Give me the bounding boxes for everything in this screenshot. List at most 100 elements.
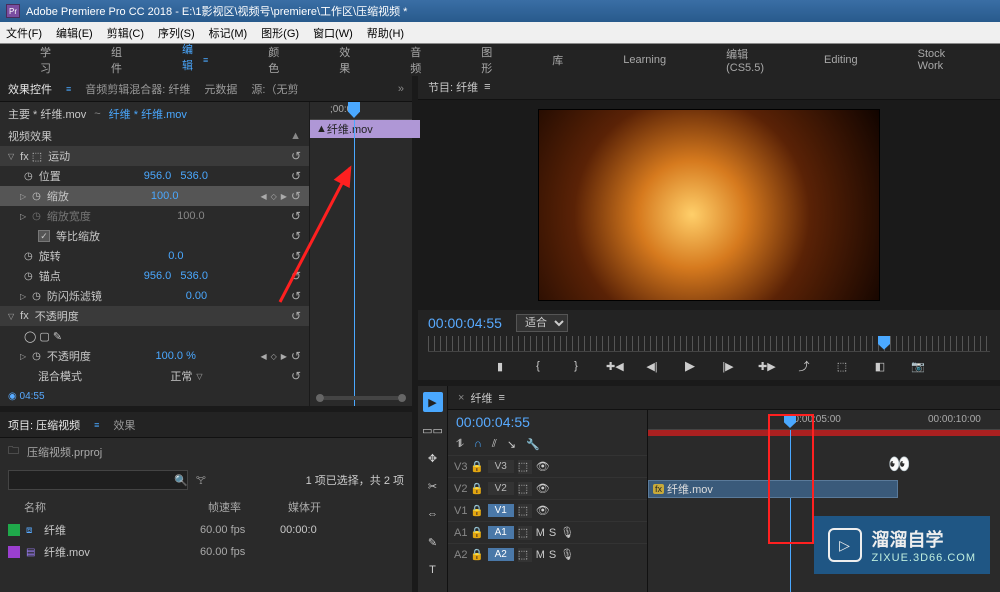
prev-keyframe-button[interactable]: ◀ — [260, 352, 266, 361]
tab-audio-mixer[interactable]: 音频剪辑混合器: 纤维 — [85, 81, 190, 97]
reset-button[interactable]: ↺ — [291, 229, 301, 243]
timeline-toggle-icon[interactable]: ▲ — [290, 130, 301, 142]
eye-icon[interactable]: 👁 — [536, 504, 550, 517]
blend-value[interactable]: 正常 — [170, 368, 192, 384]
disclosure-icon[interactable]: ▷ — [20, 352, 26, 361]
sync-lock[interactable]: ⬚ — [518, 548, 532, 562]
position-y[interactable]: 536.0 — [180, 170, 208, 182]
tab-project[interactable]: 项目: 压缩视频 — [8, 417, 80, 433]
snap-icon[interactable]: ∩ — [474, 438, 482, 451]
mark-out-button[interactable]: { — [530, 360, 546, 372]
stopwatch-icon[interactable]: ◷ — [32, 351, 41, 362]
effect-controls-timeline[interactable]: ;00:00 ▲ 纤维.mov — [310, 102, 412, 406]
sync-lock[interactable]: ⬚ — [518, 504, 532, 518]
table-row[interactable]: ⧈纤维 60.00 fps 00:00:0 — [0, 519, 412, 541]
reset-button[interactable]: ↺ — [291, 269, 301, 283]
ripple-tool[interactable]: ✥ — [423, 448, 443, 468]
razor-tool[interactable]: ✂ — [423, 476, 443, 496]
track-target[interactable]: V1 — [488, 504, 514, 517]
ws-editing[interactable]: Editing — [824, 54, 858, 66]
stopwatch-icon[interactable]: ◷ — [32, 291, 41, 302]
sync-lock[interactable]: ⬚ — [518, 526, 532, 540]
eye-icon[interactable]: 👁 — [536, 460, 550, 473]
zoom-select[interactable]: 适合 — [516, 314, 568, 332]
disclosure-icon[interactable]: ▽ — [8, 152, 14, 161]
zoom-handle-left[interactable] — [316, 394, 324, 402]
label-swatch[interactable] — [8, 524, 20, 536]
nest-icon[interactable]: ⥮ — [456, 438, 464, 451]
ws-menu-icon[interactable]: ≡ — [203, 55, 208, 65]
pen-tool[interactable]: ✎ — [423, 532, 443, 552]
uniform-scale-checkbox[interactable]: ✓ — [38, 230, 50, 242]
extract-button[interactable]: ⬚ — [834, 360, 850, 373]
sync-lock[interactable]: ⬚ — [518, 460, 532, 474]
play-button[interactable]: ▶ — [682, 358, 698, 374]
anchor-y[interactable]: 536.0 — [180, 270, 208, 282]
opacity-value[interactable]: 100.0 % — [155, 350, 195, 362]
menu-sequence[interactable]: 序列(S) — [158, 25, 195, 41]
reset-button[interactable]: ↺ — [291, 309, 301, 323]
ws-learn[interactable]: 学习 — [40, 44, 51, 76]
reset-button[interactable]: ↺ — [291, 249, 301, 263]
eye-icon[interactable]: 👁 — [536, 482, 550, 495]
flicker-value[interactable]: 0.00 — [186, 290, 207, 302]
ws-effects[interactable]: 效果 — [339, 44, 350, 76]
tab-metadata[interactable]: 元数据 — [204, 81, 237, 97]
sync-lock[interactable]: ⬚ — [518, 482, 532, 496]
reset-motion-button[interactable]: ↺ — [291, 149, 301, 163]
ws-audio[interactable]: 音频 — [410, 44, 421, 76]
col-framerate[interactable]: 帧速率 — [208, 499, 288, 515]
ws-learning[interactable]: Learning — [623, 54, 666, 66]
lift-button[interactable]: ⤴ — [796, 358, 812, 374]
reset-button[interactable]: ↺ — [291, 369, 301, 383]
ws-assembly[interactable]: 组件 — [111, 44, 122, 76]
menu-edit[interactable]: 编辑(E) — [56, 25, 93, 41]
lock-icon[interactable]: 🔒 — [470, 548, 484, 561]
prev-keyframe-button[interactable]: ◀ — [260, 192, 266, 201]
stopwatch-icon[interactable]: ◷ — [24, 271, 33, 282]
timeline-ruler[interactable]: 00:00:05:00 00:00:10:00 00:00:15 — [648, 410, 1000, 430]
scale-value[interactable]: 100.0 — [151, 190, 179, 202]
go-in-button[interactable]: } — [568, 360, 584, 372]
timeline-timecode[interactable]: 00:00:04:55 — [448, 410, 647, 434]
ws-graphics[interactable]: 图形 — [481, 44, 492, 76]
lock-icon[interactable]: 🔒 — [470, 504, 484, 517]
tab-effect-controls[interactable]: 效果控件 — [8, 81, 52, 97]
reset-button[interactable]: ↺ — [291, 289, 301, 303]
lock-icon[interactable]: 🔒 — [470, 482, 484, 495]
tab-effects[interactable]: 效果 — [113, 417, 135, 433]
linked-sel-icon[interactable]: ⫽ — [492, 438, 497, 451]
marker-icon[interactable]: ↘ — [507, 438, 516, 451]
reset-position-button[interactable]: ↺ — [291, 169, 301, 183]
settings-icon[interactable]: 🔧 — [526, 438, 540, 451]
playhead-icon[interactable] — [348, 102, 360, 118]
tab-program[interactable]: 节目: 纤维 — [428, 79, 478, 95]
export-frame-button[interactable]: ◧ — [872, 360, 888, 373]
mark-in-button[interactable]: ▮ — [492, 360, 508, 373]
playhead-icon[interactable] — [878, 336, 890, 350]
disclosure-icon[interactable]: ▽ — [8, 312, 14, 321]
panel-menu-icon[interactable]: ≡ — [498, 392, 504, 404]
add-keyframe-button[interactable]: ◇ — [271, 352, 277, 361]
table-row[interactable]: ▤纤维.mov 60.00 fps — [0, 541, 412, 563]
label-swatch[interactable] — [8, 546, 20, 558]
slip-tool[interactable]: ⇔ — [423, 504, 443, 524]
video-viewport[interactable] — [418, 100, 1000, 310]
program-timecode[interactable]: 00:00:04:55 — [428, 315, 502, 331]
clip-link[interactable]: 纤维 * 纤维.mov — [109, 106, 187, 122]
disclosure-icon[interactable]: ▷ — [20, 192, 26, 201]
mic-icon[interactable]: 🎙 — [560, 526, 574, 539]
ws-library[interactable]: 库 — [552, 52, 563, 68]
tab-sequence[interactable]: 纤维 — [470, 390, 492, 406]
step-fwd-button[interactable]: ✚▶ — [758, 360, 774, 373]
track-target[interactable]: V2 — [488, 482, 514, 495]
lock-icon[interactable]: V3 — [454, 461, 466, 473]
col-media-start[interactable]: 媒体开 — [288, 499, 321, 515]
anchor-x[interactable]: 956.0 — [144, 270, 172, 282]
position-x[interactable]: 956.0 — [144, 170, 172, 182]
lock-icon[interactable]: 🔒 — [470, 526, 484, 539]
menu-clip[interactable]: 剪辑(C) — [107, 25, 144, 41]
panel-menu-icon[interactable]: ≡ — [94, 420, 99, 430]
search-input[interactable] — [8, 470, 188, 490]
menu-graphics[interactable]: 图形(G) — [261, 25, 299, 41]
